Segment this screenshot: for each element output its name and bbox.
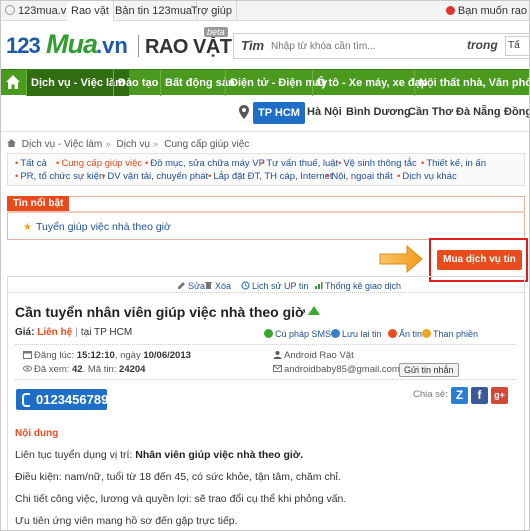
content-line: Chi tiết công việc, lương và quyền lợi: … xyxy=(15,493,347,505)
location-text: tại TP HCM xyxy=(80,327,133,338)
breadcrumb: Dịch vụ - Việc làm» Dịch vụ» Cung cấp gi… xyxy=(7,139,249,150)
subcategory-pr[interactable]: • PR, tổ chức sự kiện xyxy=(15,171,104,182)
account-link[interactable]: Bạn muốn rao xyxy=(445,1,527,21)
breadcrumb-item[interactable]: Dịch vụ - Việc làm xyxy=(22,139,102,150)
top-tab-bar: 123mua.vn Rao vặt Bản tin 123mua Trợ giú… xyxy=(1,1,529,22)
phone-number-button[interactable]: 0123456789 xyxy=(16,389,108,410)
edit-button[interactable]: Sửa xyxy=(177,281,205,291)
plus-icon xyxy=(331,329,340,338)
content-line: Điều kiện: nam/nữ, tuổi từ 18 đến 45, có… xyxy=(15,471,341,483)
logo-part-123[interactable]: 123 xyxy=(6,33,41,59)
tab-tro-giup[interactable]: Trợ giúp xyxy=(187,1,238,21)
browser-frame: 123mua.vn Rao vặt Bản tin 123mua Trợ giú… xyxy=(0,0,530,531)
search-scope-label: trong xyxy=(467,38,498,52)
subcategory-ve-sinh[interactable]: • Vệ sinh thông tắc xyxy=(338,158,417,169)
content-heading: Nội dung xyxy=(15,428,59,439)
breadcrumb-separator: » xyxy=(152,139,159,150)
city-ha-noi[interactable]: Hà Nội xyxy=(307,106,342,118)
logo-divider xyxy=(138,35,139,57)
save-post-link[interactable]: Lưu lại tin xyxy=(331,329,382,339)
phone-icon xyxy=(22,393,30,407)
breadcrumb-separator: » xyxy=(105,139,111,150)
up-arrow-icon xyxy=(308,306,320,315)
post-title: Cần tuyển nhân viên giúp việc nhà theo g… xyxy=(15,304,320,320)
breadcrumb-item[interactable]: Dịch vụ xyxy=(117,139,150,150)
globe-icon xyxy=(5,5,15,15)
logo-part-mua[interactable]: Mua xyxy=(46,29,98,60)
city-can-tho[interactable]: Cần Thơ xyxy=(408,106,453,118)
subcategory-tu-van-thue[interactable]: • Tư vấn thuế, luật xyxy=(261,158,338,169)
history-icon xyxy=(241,281,250,290)
stats-button[interactable]: Thống kê giao dịch xyxy=(314,281,401,291)
nav-item-noi-that[interactable]: Nội thất nhà, Văn phòng xyxy=(414,70,529,96)
report-link[interactable]: Than phiền xyxy=(422,329,478,339)
content-line: Ưu tiên ứng viên mang hồ sơ đến gặp trực… xyxy=(15,515,238,527)
home-icon[interactable] xyxy=(7,139,16,147)
tab-123mua[interactable]: 123mua.vn xyxy=(1,1,78,21)
google-plus-share-icon[interactable]: g+ xyxy=(491,387,508,404)
user-icon xyxy=(445,6,455,15)
city-da-nang[interactable]: Đà Nẵng xyxy=(456,106,501,118)
hide-icon xyxy=(388,329,397,338)
content-line: Liên tục tuyển dụng vị trí: Nhân viên gi… xyxy=(15,449,304,461)
facebook-share-icon[interactable]: f xyxy=(471,387,488,404)
search-label: Tìm xyxy=(241,38,265,53)
logo-part-vn[interactable]: .vn xyxy=(96,33,128,59)
subcategory-dich-vu-khac[interactable]: • Dịch vụ khác xyxy=(397,171,457,182)
warning-icon xyxy=(422,329,431,338)
nav-item-dao-tao[interactable]: Đào tạo xyxy=(113,70,162,96)
category-nav: Dịch vụ - Việc làm Đào tạo Bất động sản … xyxy=(1,69,529,96)
author-name[interactable]: Android Rao Vặt xyxy=(273,350,354,361)
featured-item[interactable]: ★ Tuyển giúp việc nhà theo giờ xyxy=(23,221,171,233)
view-count: Đã xem: 42. Mã tin: 24204 xyxy=(23,364,145,375)
star-icon: ★ xyxy=(23,222,32,233)
subcategory-van-tai[interactable]: • DV vận tải, chuyển phát xyxy=(102,171,208,182)
tab-rao-vat[interactable]: Rao vặt xyxy=(67,1,114,22)
search-scope-select[interactable]: Tấ xyxy=(505,36,529,56)
user-icon xyxy=(273,351,282,359)
share-label: Chia sẻ: xyxy=(413,389,448,400)
price-value: Liên hệ xyxy=(37,327,73,338)
arrow-right-icon xyxy=(379,244,423,274)
logo-section[interactable]: RAO VẶT xyxy=(145,36,232,59)
pencil-icon xyxy=(178,282,185,289)
city-tp-hcm[interactable]: TP HCM xyxy=(253,102,305,124)
subcategory-noi-ngoai-that[interactable]: • Nội, ngoại thất xyxy=(326,171,393,182)
tab-ban-tin[interactable]: Bản tin 123mua xyxy=(111,1,198,21)
hide-post-link[interactable]: Ẩn tin xyxy=(388,329,422,339)
home-icon[interactable] xyxy=(5,74,21,90)
subcategory-cung-cap-giup-viec[interactable]: • Cung cấp giúp việc xyxy=(56,158,142,169)
subcategory-do-muc[interactable]: • Đồ mục, sửa chữa máy VP xyxy=(145,158,265,169)
delete-button[interactable]: Xóa xyxy=(204,281,231,291)
calendar-icon xyxy=(23,351,32,359)
send-message-button[interactable]: Gửi tin nhắn xyxy=(399,363,459,377)
subcategory-thiet-ke[interactable]: • Thiết kế, in ấn xyxy=(421,158,486,169)
eye-icon xyxy=(23,365,32,372)
featured-band xyxy=(7,211,525,213)
featured-heading: Tin nổi bật xyxy=(7,196,70,211)
subcategory-tat-ca[interactable]: • Tất cả xyxy=(15,158,47,169)
buy-service-button[interactable]: Mua dịch vụ tin xyxy=(437,250,522,270)
chart-icon xyxy=(315,282,323,289)
city-binh-duong[interactable]: Bình Dương xyxy=(346,106,411,118)
location-pin-icon xyxy=(239,105,249,119)
price-line: Giá: Liên hệ | tại TP HCM xyxy=(15,327,133,338)
sms-icon xyxy=(264,329,273,338)
history-button[interactable]: Lịch sử UP tin xyxy=(241,281,308,291)
site-header: 123 Mua .vn RAO VẶT beta Tìm trong Tấ xyxy=(1,21,529,69)
beta-badge: beta xyxy=(204,27,228,37)
subcategory-lap-dat[interactable]: • Lắp đặt ĐT, TH cáp, Internet xyxy=(208,171,333,182)
posted-time: Đăng lúc: 15:12:10, ngày 10/06/2013 xyxy=(23,350,191,361)
city-dong-nai[interactable]: Đồng N xyxy=(504,106,529,118)
trash-icon xyxy=(205,282,212,289)
sms-syntax-link[interactable]: Cú pháp SMS xyxy=(264,329,331,339)
featured-box xyxy=(7,196,525,240)
divider xyxy=(1,131,529,132)
author-email[interactable]: androidbaby85@gmail.com xyxy=(273,364,400,375)
envelope-icon xyxy=(273,365,282,372)
breadcrumb-item[interactable]: Cung cấp giúp việc xyxy=(164,139,249,150)
search-input[interactable] xyxy=(271,36,461,56)
zing-share-icon[interactable]: Z xyxy=(451,387,468,404)
